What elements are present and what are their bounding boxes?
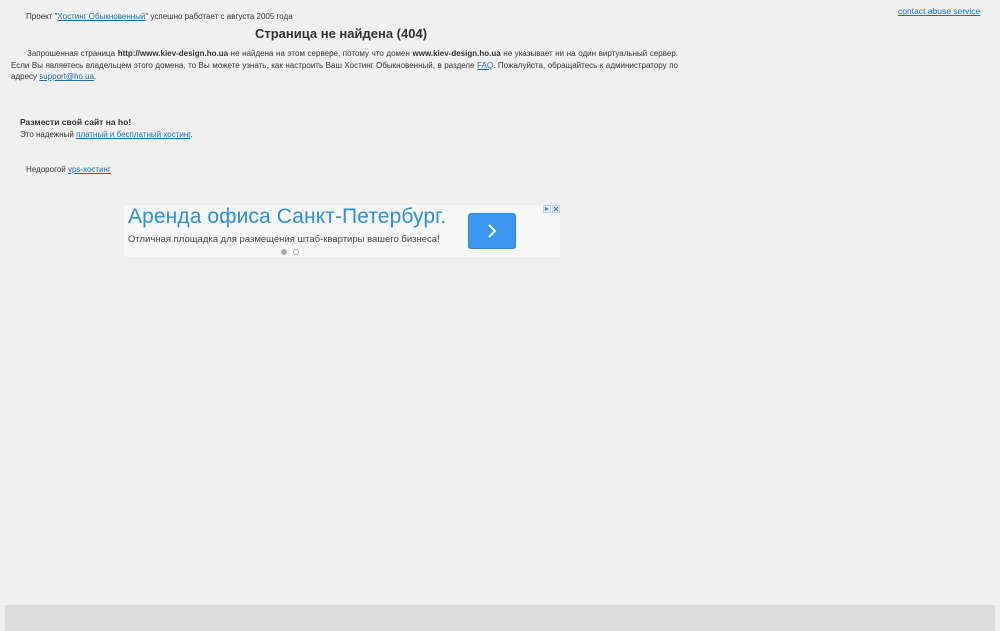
vps-promo: Недорогой vps-хостинг — [26, 165, 111, 174]
ad-banner[interactable]: Аренда офиса Санкт-Петербург. Отличная п… — [123, 204, 561, 258]
vps-prefix: Недорогой — [26, 165, 68, 174]
ad-close-icon[interactable] — [552, 205, 560, 213]
msg-part-5: . — [94, 72, 97, 81]
ad-go-button[interactable] — [468, 213, 516, 249]
promo-heading: Размести свой сайт на ho! — [20, 117, 132, 127]
vps-link[interactable]: vps-хостинг — [68, 165, 111, 174]
error-message: Запрошенная страница http://www.kiev-des… — [11, 48, 678, 83]
page-title: Страница не найдена (404) — [254, 26, 428, 41]
domain-name: www.kiev-design.ho.ua — [412, 49, 501, 58]
project-prefix: Проект " — [26, 12, 58, 21]
carousel-dot-1[interactable] — [281, 249, 287, 255]
contact-abuse-link[interactable]: contact abuse service — [898, 6, 980, 16]
footer-bar — [5, 605, 995, 631]
hosting-link[interactable]: платный и бесплатный хостинг — [76, 130, 190, 139]
project-status-line: Проект "Хостинг Обыкновенный" успешно ра… — [26, 12, 293, 21]
support-email-link[interactable]: support@ho.ua — [39, 72, 94, 81]
ad-carousel-dots — [281, 249, 299, 255]
promo-text-suffix: . — [190, 129, 193, 139]
msg-part-1: Запрошенная страница — [27, 49, 118, 58]
ad-description[interactable]: Отличная площадка для размещения штаб-кв… — [128, 234, 440, 245]
project-link[interactable]: Хостинг Обыкновенный — [57, 12, 145, 21]
promo-text-prefix: Это надежный — [20, 129, 77, 139]
ad-info-icon[interactable] — [543, 205, 551, 213]
msg-part-2: не найдена на этом сервере, потому что д… — [228, 49, 413, 58]
chevron-right-icon — [488, 224, 497, 238]
ad-controls — [543, 205, 561, 214]
requested-url: http://www.kiev-design.ho.ua — [117, 49, 229, 58]
ad-headline[interactable]: Аренда офиса Санкт-Петербург. — [128, 205, 446, 229]
faq-link[interactable]: FAQ — [477, 61, 493, 70]
hosting-promo: Размести свой сайт на ho! Это надежный п… — [20, 117, 192, 140]
project-suffix: " успешно работает с августа 2005 года — [145, 12, 293, 21]
carousel-dot-2[interactable] — [293, 249, 299, 255]
